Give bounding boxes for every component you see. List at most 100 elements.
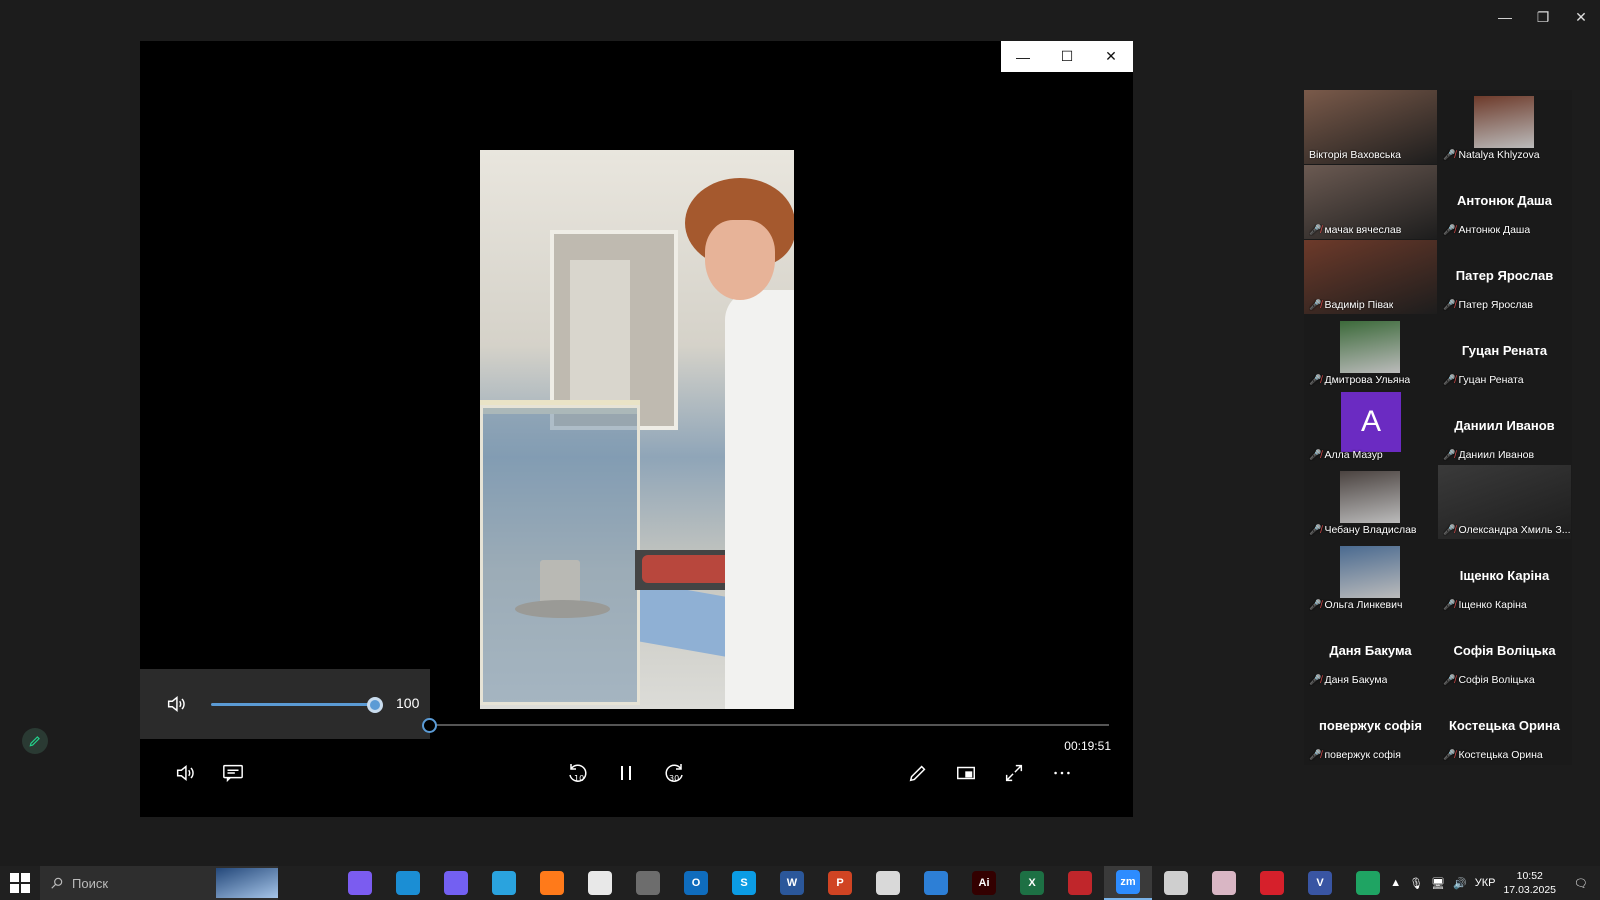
pause-icon — [621, 766, 631, 780]
brain-taskbar-button[interactable] — [1200, 866, 1248, 900]
participant-name: Патер Ярослав — [1458, 299, 1533, 311]
participant-display-name: Даня Бакума — [1329, 643, 1412, 658]
rewind-button[interactable]: 10 — [558, 753, 598, 793]
participant-tile[interactable]: 🎤̸ Вадимір Півак — [1304, 240, 1437, 314]
window-close-button[interactable]: ✕ — [1562, 0, 1600, 34]
visio-taskbar-button[interactable]: V — [1296, 866, 1344, 900]
participant-display-name: Костецька Орина — [1449, 718, 1560, 733]
participant-tile[interactable]: 🎤̸ Дмитрова Ульяна — [1304, 315, 1437, 389]
pause-button[interactable] — [606, 753, 646, 793]
mic-muted-icon: 🎤̸ — [1309, 224, 1322, 236]
firefox-taskbar-button[interactable] — [528, 866, 576, 900]
copilot-taskbar-button[interactable] — [336, 866, 384, 900]
network-icon[interactable]: 🖥 — [1431, 877, 1445, 890]
more-button[interactable] — [1042, 753, 1082, 793]
participant-name-label: 🎤̸ Даня Бакума — [1309, 674, 1387, 686]
opera-taskbar-button[interactable] — [1248, 866, 1296, 900]
outlook-icon: O — [684, 871, 708, 895]
participant-tile[interactable]: 🎤̸ Natalya Khlyzova — [1438, 90, 1571, 164]
tray-overflow-icon[interactable]: ▲ — [1390, 877, 1401, 889]
participant-name-label: 🎤̸ Олександра Хмиль З... — [1443, 524, 1571, 536]
participant-tile[interactable]: 🎤̸ Олександра Хмиль З... — [1438, 465, 1571, 539]
volume-slider[interactable] — [211, 703, 373, 706]
participant-tile[interactable]: Патер Ярослав 🎤̸ Патер Ярослав — [1438, 240, 1571, 314]
taskbar-search[interactable]: Поиск — [40, 866, 278, 900]
volume-button[interactable] — [165, 753, 205, 793]
scanner-taskbar-button[interactable] — [1152, 866, 1200, 900]
player-titlebar: — ☐ ✕ — [1001, 41, 1133, 72]
participant-tile[interactable]: Даня Бакума 🎤̸ Даня Бакума — [1304, 615, 1437, 689]
participant-tile[interactable]: Гуцан Рената 🎤̸ Гуцан Рената — [1438, 315, 1571, 389]
player-maximize-button[interactable]: ☐ — [1045, 41, 1089, 72]
outlook-taskbar-button[interactable]: O — [672, 866, 720, 900]
fullscreen-button[interactable] — [994, 753, 1034, 793]
pen-button[interactable] — [898, 753, 938, 793]
word-taskbar-button[interactable]: W — [768, 866, 816, 900]
miniplayer-button[interactable] — [946, 753, 986, 793]
illustrator-taskbar-button[interactable]: Ai — [960, 866, 1008, 900]
participant-name: Natalya Khlyzova — [1458, 149, 1540, 161]
edge-taskbar-button[interactable] — [384, 866, 432, 900]
participant-name: Антонюк Даша — [1458, 224, 1531, 236]
speaker-icon — [176, 765, 194, 781]
captions-button[interactable] — [213, 753, 253, 793]
excel-taskbar-button[interactable]: X — [1008, 866, 1056, 900]
participant-name: Костецька Орина — [1458, 749, 1543, 761]
excel-icon: X — [1020, 871, 1044, 895]
participant-tile[interactable]: Костецька Орина 🎤̸ Костецька Орина — [1438, 690, 1571, 764]
participant-tile[interactable]: 🎤̸ Ольга Линкевич — [1304, 540, 1437, 614]
speaker-icon[interactable] — [164, 692, 188, 716]
file-taskbar-button[interactable] — [576, 866, 624, 900]
volume-popup: 100 — [140, 669, 430, 739]
drive-taskbar-button[interactable] — [1344, 866, 1392, 900]
participant-tile[interactable]: Даниил Иванов 🎤̸ Даниил Иванов — [1438, 390, 1571, 464]
calculator-taskbar-button[interactable] — [624, 866, 672, 900]
participant-photo — [1474, 96, 1534, 148]
red-app-taskbar-button[interactable] — [1056, 866, 1104, 900]
taskbar: Поиск O S W P Ai Xzm V ▲ 🎙 🖥 🔊 УКР 10:52 17.03… — [0, 866, 1600, 900]
viber-taskbar-button[interactable] — [432, 866, 480, 900]
zoom-taskbar-button[interactable]: zm — [1104, 866, 1152, 900]
pen-icon — [909, 765, 926, 782]
participant-tile[interactable]: повержук софія 🎤̸ повержук софія — [1304, 690, 1437, 764]
microphone-icon[interactable]: 🎙 — [1409, 877, 1423, 890]
calculator-icon — [636, 871, 660, 895]
mic-muted-icon: 🎤̸ — [1443, 149, 1456, 161]
start-button[interactable] — [0, 866, 40, 900]
calendar-taskbar-button[interactable] — [912, 866, 960, 900]
language-indicator[interactable]: УКР — [1475, 877, 1496, 889]
player-close-button[interactable]: ✕ — [1089, 41, 1133, 72]
participant-tile[interactable]: Антонюк Даша 🎤̸ Антонюк Даша — [1438, 165, 1571, 239]
volume-tray-icon[interactable]: 🔊 — [1453, 877, 1467, 890]
media-player: — ☐ ✕ 100 00:19:51 10 30 — [140, 41, 1133, 817]
participant-tile[interactable]: Софія Воліцька 🎤̸ Софія Воліцька — [1438, 615, 1571, 689]
window-controls: — ❐ ✕ — [1486, 0, 1600, 34]
seek-bar[interactable] — [430, 724, 1109, 726]
volume-slider-thumb[interactable] — [367, 697, 383, 713]
seek-bar-thumb[interactable] — [422, 718, 437, 733]
participant-name-label: 🎤̸ Ольга Линкевич — [1309, 599, 1402, 611]
task-view-taskbar-button[interactable] — [288, 866, 336, 900]
powerpoint-icon: P — [828, 871, 852, 895]
participant-tile[interactable]: A 🎤̸ Алла Мазур — [1304, 390, 1437, 464]
participant-tile[interactable]: Іщенко Каріна 🎤̸ Іщенко Каріна — [1438, 540, 1571, 614]
notifications-icon[interactable]: 🗨 — [1574, 877, 1588, 890]
player-minimize-button[interactable]: — — [1001, 41, 1045, 72]
clock[interactable]: 10:52 17.03.2025 — [1503, 869, 1556, 897]
fullscreen-icon — [1005, 764, 1023, 782]
video-frame[interactable] — [480, 150, 794, 709]
window-minimize-button[interactable]: — — [1486, 0, 1524, 34]
clapperboard-taskbar-button[interactable] — [864, 866, 912, 900]
telegram-icon — [492, 871, 516, 895]
participant-display-name: Даниил Иванов — [1454, 418, 1555, 433]
powerpoint-taskbar-button[interactable]: P — [816, 866, 864, 900]
participant-tile[interactable]: Вікторія Ваховська — [1304, 90, 1437, 164]
participant-tile[interactable]: 🎤̸ Чебану Владислав — [1304, 465, 1437, 539]
telegram-taskbar-button[interactable] — [480, 866, 528, 900]
annotate-float-button[interactable] — [22, 728, 48, 754]
participant-tile[interactable]: 🎤̸ мачак вячеслав — [1304, 165, 1437, 239]
participant-name: Дмитрова Ульяна — [1324, 374, 1411, 386]
skype-taskbar-button[interactable]: S — [720, 866, 768, 900]
window-restore-button[interactable]: ❐ — [1524, 0, 1562, 34]
forward-button[interactable]: 30 — [654, 753, 694, 793]
